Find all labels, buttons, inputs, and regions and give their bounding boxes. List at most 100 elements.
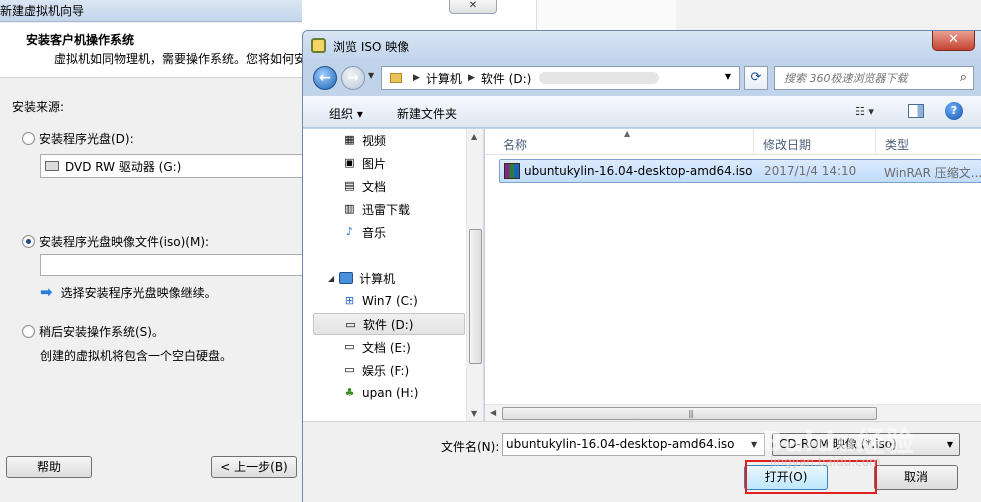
command-bar: 组织 ▾ 新建文件夹 ☷ ▾ ? — [303, 95, 981, 128]
nav-computer[interactable]: ◢ 计算机 — [313, 268, 465, 288]
sort-ascending-icon: ▲ — [624, 129, 631, 138]
option-later[interactable]: 稍后安装操作系统(S)。 — [22, 323, 164, 340]
chevron-down-icon[interactable]: ▼ — [947, 434, 953, 455]
scroll-thumb[interactable]: ||| — [502, 407, 877, 420]
help-button[interactable]: 帮助 — [6, 456, 92, 478]
scroll-down-icon[interactable]: ▼ — [471, 409, 477, 418]
nav-drive-h[interactable]: ♣ upan (H:) — [313, 382, 465, 404]
breadcrumb-computer[interactable]: 计算机 — [426, 70, 462, 87]
iso-hint: ➡ 选择安装程序光盘映像继续。 — [40, 283, 217, 301]
dvd-drive-icon — [45, 161, 59, 171]
column-name[interactable]: 名称 — [503, 136, 527, 153]
nav-computer-label: 计算机 — [359, 271, 396, 286]
winrar-archive-icon — [504, 163, 520, 179]
new-folder-button[interactable]: 新建文件夹 — [397, 105, 457, 122]
filename-dropdown-icon[interactable]: ▼ — [751, 440, 757, 449]
nav-item-music[interactable]: ♪ 音乐 — [313, 221, 465, 243]
breadcrumb-sep-icon[interactable]: ▶ — [413, 73, 420, 83]
cancel-button[interactable]: 取消 — [874, 465, 958, 490]
recent-locations-icon[interactable]: ▼ — [368, 71, 374, 80]
wizard-close-button[interactable]: ✕ — [449, 0, 497, 14]
file-horizontal-scrollbar[interactable]: ◀ ||| — [485, 404, 981, 421]
wizard-header-title: 安装客户机操作系统 — [26, 33, 135, 47]
preview-pane-icon[interactable] — [908, 104, 924, 118]
nav-item-video[interactable]: ▦ 视频 — [313, 129, 465, 151]
search-icon[interactable]: ⌕ — [960, 70, 967, 85]
windows-drive-icon: ⊞ — [344, 294, 355, 307]
nav-item-label: 娱乐 (F:) — [362, 363, 410, 378]
nav-vertical-scrollbar[interactable]: ▲ ▼ — [466, 129, 483, 421]
disc-radio[interactable] — [22, 132, 35, 145]
back-button[interactable]: < 上一步(B) — [211, 456, 297, 478]
computer-icon — [339, 272, 354, 284]
navigation-pane: ▦ 视频 ▣ 图片 ▤ 文档 ▥ 迅雷下载 ♪ 音乐 ◢ 计算机 ⊞ Win7 … — [303, 129, 484, 421]
folder-icon — [390, 73, 402, 83]
file-row-iso[interactable]: ubuntukylin-16.04-desktop-amd64.iso 2017… — [499, 159, 981, 183]
help-icon[interactable]: ? — [945, 102, 963, 120]
document-icon: ▤ — [344, 179, 355, 192]
drive-icon: ▭ — [344, 363, 355, 376]
wizard-header: 安装客户机操作系统 虚拟机如同物理机，需要操作系统。您将如何安 — [0, 23, 302, 78]
dialog-close-button[interactable]: ✕ — [932, 31, 975, 51]
iso-path-input[interactable] — [40, 254, 302, 276]
disc-drive-select[interactable]: DVD RW 驱动器 (G:) — [40, 154, 302, 178]
music-icon: ♪ — [345, 225, 354, 238]
column-headers: ▲ 名称 修改日期 类型 — [485, 129, 981, 155]
picture-icon: ▣ — [344, 156, 355, 169]
scroll-grip-icon: ||| — [688, 409, 694, 418]
option-disc[interactable]: 安装程序光盘(D): — [22, 130, 134, 147]
nav-item-downloads[interactable]: ▥ 迅雷下载 — [313, 198, 465, 220]
search-input[interactable] — [784, 71, 949, 85]
breadcrumb-drive[interactable]: 软件 (D:) — [481, 70, 531, 87]
vmware-app-icon — [311, 38, 326, 53]
nav-item-label: 图片 — [362, 156, 387, 171]
dialog-title: 浏览 ISO 映像 — [333, 40, 410, 54]
address-bar[interactable]: ▶ 计算机 ▶ 软件 (D:) ▼ — [381, 66, 740, 90]
search-box[interactable]: ⌕ — [774, 66, 974, 90]
collapse-triangle-icon[interactable]: ◢ — [328, 274, 334, 283]
dialog-titlebar: 浏览 ISO 映像 — [303, 31, 981, 59]
view-options-icon[interactable]: ☷ ▾ — [855, 105, 874, 118]
nav-item-label: 软件 (D:) — [363, 317, 414, 332]
filetype-select[interactable]: CD-ROM 映像 (*.iso) ▼ — [772, 433, 960, 456]
nav-item-label: upan (H:) — [362, 386, 419, 400]
refresh-icon[interactable]: ⟳ — [744, 66, 768, 90]
dialog-footer: 文件名(N): ubuntukylin-16.04-desktop-amd64.… — [303, 421, 981, 502]
nav-drive-f[interactable]: ▭ 娱乐 (F:) — [313, 359, 465, 381]
organize-button[interactable]: 组织 ▾ — [329, 105, 363, 122]
file-type: WinRAR 压缩文... — [884, 166, 981, 180]
nav-item-documents[interactable]: ▤ 文档 — [313, 175, 465, 197]
file-list: ▲ 名称 修改日期 类型 ubuntukylin-16.04-desktop-a… — [485, 129, 981, 421]
browse-iso-dialog: 浏览 ISO 映像 ✕ ← → ▼ ▶ 计算机 ▶ 软件 (D:) ▼ ⟳ ⌕ … — [302, 30, 981, 502]
blurred-path — [539, 72, 660, 84]
background-window-right — [676, 0, 981, 30]
open-button[interactable]: 打开(O) — [744, 465, 828, 490]
column-divider[interactable] — [875, 129, 876, 155]
column-modified[interactable]: 修改日期 — [763, 136, 811, 153]
filename-input[interactable]: ubuntukylin-16.04-desktop-amd64.iso — [502, 433, 765, 456]
video-icon: ▦ — [344, 133, 355, 146]
drive-icon: ▭ — [345, 318, 356, 331]
column-type[interactable]: 类型 — [885, 136, 909, 153]
scroll-left-icon[interactable]: ◀ — [490, 408, 496, 417]
option-disc-label: 安装程序光盘(D): — [39, 132, 134, 146]
breadcrumb-sep-icon[interactable]: ▶ — [468, 73, 475, 83]
back-arrow-icon[interactable]: ← — [313, 66, 337, 90]
scroll-up-icon[interactable]: ▲ — [471, 132, 477, 141]
usb-drive-icon: ♣ — [344, 386, 355, 399]
nav-drive-c[interactable]: ⊞ Win7 (C:) — [313, 290, 465, 312]
forward-arrow-icon[interactable]: → — [341, 66, 365, 90]
nav-item-pictures[interactable]: ▣ 图片 — [313, 152, 465, 174]
column-divider[interactable] — [753, 129, 754, 155]
scroll-thumb[interactable] — [469, 229, 482, 364]
disc-drive-label: DVD RW 驱动器 (G:) — [65, 159, 182, 174]
nav-item-label: 文档 — [362, 179, 387, 194]
address-dropdown-icon[interactable]: ▼ — [725, 72, 731, 81]
option-later-label: 稍后安装操作系统(S)。 — [39, 325, 164, 339]
nav-drive-d[interactable]: ▭ 软件 (D:) — [313, 313, 465, 335]
option-iso[interactable]: 安装程序光盘映像文件(iso)(M): — [22, 233, 209, 250]
iso-radio[interactable] — [22, 235, 35, 248]
nav-drive-e[interactable]: ▭ 文档 (E:) — [313, 336, 465, 358]
later-radio[interactable] — [22, 325, 35, 338]
drive-icon: ▭ — [344, 340, 355, 353]
